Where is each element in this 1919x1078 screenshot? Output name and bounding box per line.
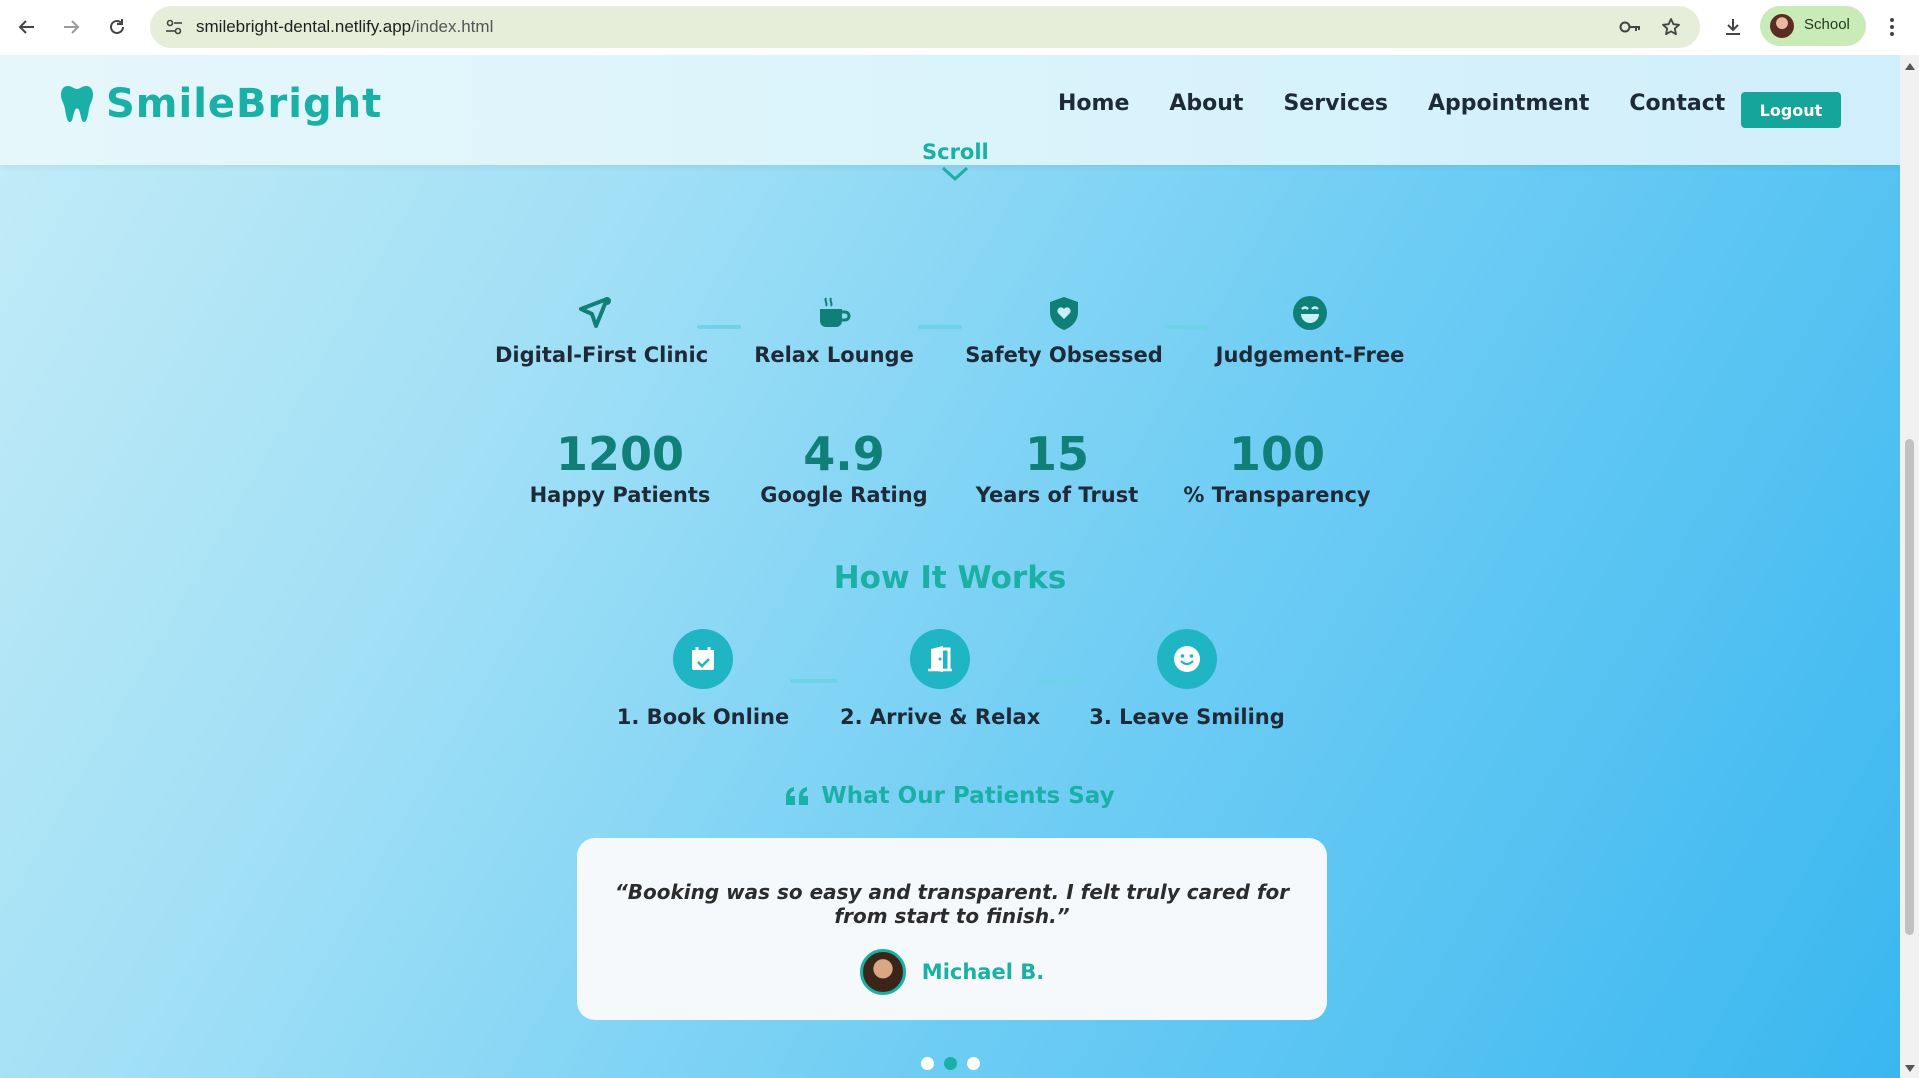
carousel-dot[interactable]: [966, 1057, 980, 1070]
stat-caption: % Transparency: [1183, 483, 1371, 507]
stat-value: 15: [1024, 427, 1089, 481]
bookmark-star-icon[interactable]: [1659, 15, 1683, 39]
nav-home[interactable]: Home: [1058, 91, 1129, 116]
brand-name: SmileBright: [106, 81, 383, 127]
carousel-dot[interactable]: [920, 1057, 934, 1070]
reload-icon[interactable]: [102, 12, 132, 42]
quote-icon: [786, 787, 809, 805]
address-bar[interactable]: smilebright-dental.netlify.app/index.htm…: [150, 6, 1700, 48]
profile-chip[interactable]: School: [1760, 6, 1866, 46]
feature-item: Relax Lounge: [744, 295, 924, 367]
scroll-hint[interactable]: Scroll: [922, 140, 989, 182]
browser-toolbar: smilebright-dental.netlify.app/index.htm…: [0, 0, 1919, 55]
url-text: smilebright-dental.netlify.app/index.htm…: [196, 17, 494, 36]
testimonial-author: Michael B.: [577, 949, 1327, 995]
shield-heart-icon: [1050, 297, 1078, 330]
page-viewport: SmileBright Home About Services Appointm…: [0, 55, 1900, 1078]
forward-icon[interactable]: [56, 12, 86, 42]
testimonials-heading: What Our Patients Say: [0, 783, 1900, 809]
more-menu-icon[interactable]: [1880, 12, 1904, 42]
stat-item: 1200 Happy Patients: [520, 427, 720, 507]
stat-caption: Years of Trust: [975, 483, 1139, 507]
scroll-up-arrow[interactable]: [1905, 63, 1915, 70]
tooth-icon: [61, 86, 93, 122]
feature-label: Safety Obsessed: [965, 343, 1163, 367]
stat-value: 4.9: [803, 427, 885, 481]
feature-item: Safety Obsessed: [964, 295, 1164, 367]
nav-appointment[interactable]: Appointment: [1428, 91, 1589, 116]
nav-contact[interactable]: Contact: [1629, 91, 1725, 116]
carousel-dots: [0, 1057, 1900, 1070]
chevron-down-icon: [941, 166, 969, 182]
stat-item: 15 Years of Trust: [957, 427, 1157, 507]
testimonials-title: What Our Patients Say: [821, 783, 1115, 809]
download-icon[interactable]: [1721, 15, 1745, 39]
stat-value: 1200: [555, 427, 685, 481]
feature-label: Relax Lounge: [754, 343, 914, 367]
carousel-dot-active[interactable]: [943, 1057, 957, 1070]
send-icon: [579, 297, 611, 328]
step-circle: [910, 629, 970, 689]
stat-item: 100 % Transparency: [1167, 427, 1387, 507]
step-circle: [1157, 629, 1217, 689]
scroll-label: Scroll: [922, 140, 989, 164]
page-scrollbar[interactable]: [1900, 55, 1919, 1078]
testimonial-card: “Booking was so easy and transparent. I …: [577, 838, 1327, 1020]
feature-connector: [697, 325, 741, 329]
step-item: 2. Arrive & Relax: [840, 629, 1040, 729]
profile-avatar: [1770, 14, 1794, 38]
stat-item: 4.9 Google Rating: [744, 427, 944, 507]
stat-caption: Happy Patients: [529, 483, 711, 507]
scrollbar-thumb[interactable]: [1905, 439, 1914, 935]
author-name: Michael B.: [921, 960, 1045, 984]
brand-logo[interactable]: SmileBright: [60, 81, 382, 127]
site-settings-icon[interactable]: [162, 15, 186, 39]
coffee-icon: [820, 297, 851, 327]
feature-item: Digital-First Clinic: [495, 295, 709, 367]
password-key-icon[interactable]: [1618, 15, 1642, 39]
nav-about[interactable]: About: [1169, 91, 1243, 116]
step-item: 1. Book Online: [603, 629, 803, 729]
stat-value: 100: [1228, 427, 1326, 481]
feature-label: Judgement-Free: [1215, 343, 1405, 367]
smile-icon: [1174, 646, 1200, 672]
main-nav: Home About Services Appointment Contact: [1058, 91, 1765, 116]
feature-label: Digital-First Clinic: [495, 343, 709, 367]
step-label: 3. Leave Smiling: [1089, 705, 1285, 729]
smile-icon: [1293, 296, 1327, 330]
step-item: 3. Leave Smiling: [1087, 629, 1287, 729]
logout-button[interactable]: Logout: [1741, 92, 1841, 128]
step-circle: [673, 629, 733, 689]
step-connector: [1037, 679, 1085, 683]
door-open-icon: [928, 646, 952, 672]
feature-connector: [1164, 325, 1208, 329]
stat-caption: Google Rating: [760, 483, 928, 507]
feature-item: Judgement-Free: [1210, 295, 1410, 367]
scroll-down-arrow[interactable]: [1905, 1065, 1915, 1072]
nav-services[interactable]: Services: [1283, 91, 1388, 116]
step-label: 2. Arrive & Relax: [840, 705, 1041, 729]
testimonial-quote: “Booking was so easy and transparent. I …: [614, 880, 1290, 928]
author-avatar: [859, 949, 906, 995]
profile-label: School: [1804, 16, 1850, 33]
how-it-works-title: How It Works: [833, 560, 1067, 596]
step-label: 1. Book Online: [616, 705, 790, 729]
feature-connector: [918, 325, 962, 329]
calendar-check-icon: [692, 647, 714, 670]
back-icon[interactable]: [12, 12, 42, 42]
